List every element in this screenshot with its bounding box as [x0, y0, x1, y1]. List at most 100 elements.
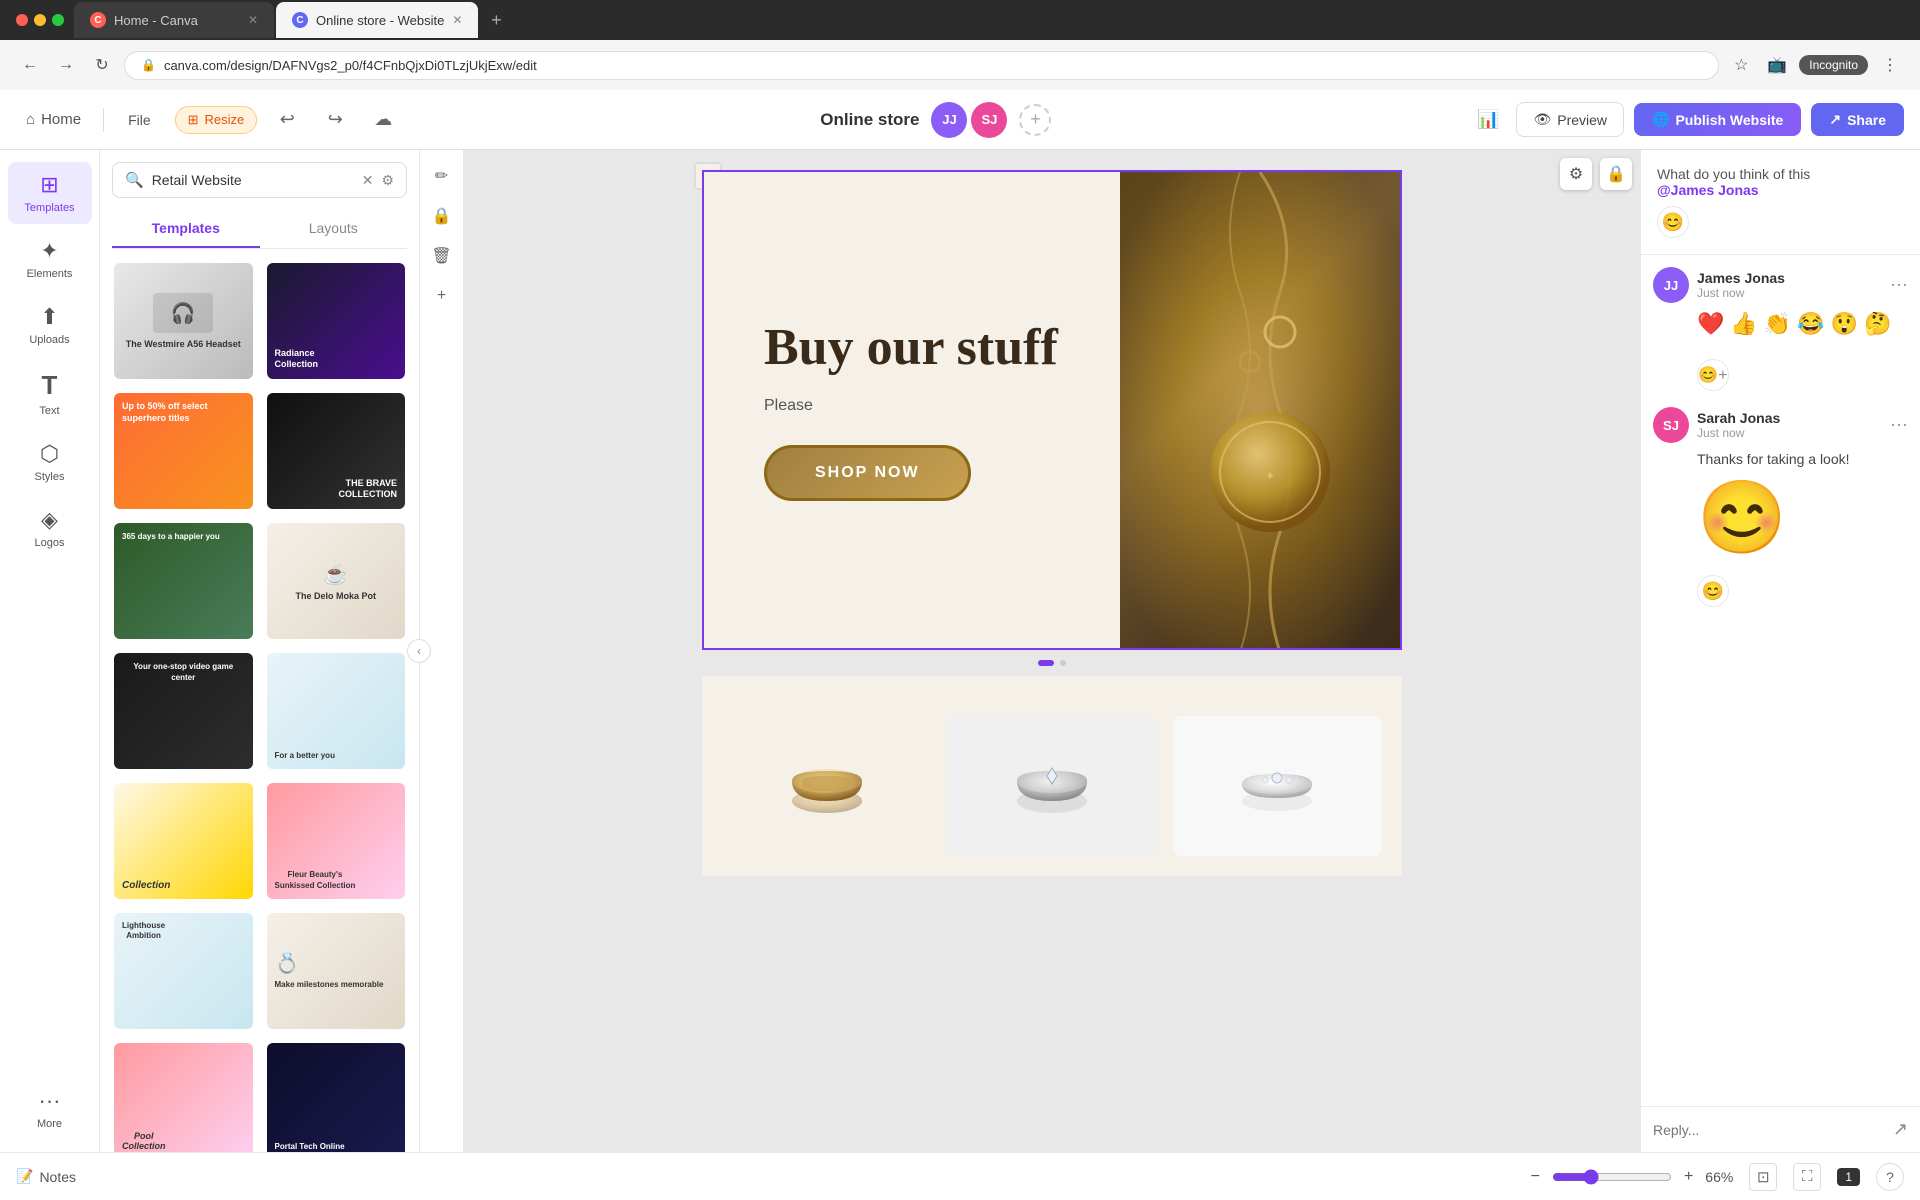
add-emoji-button-1[interactable]: 😊 [1657, 206, 1689, 238]
preview-label: Preview [1557, 112, 1607, 128]
template-card-4[interactable]: THE BRAVECOLLECTION [265, 391, 408, 511]
redo-button[interactable]: ↪ [317, 102, 353, 138]
ring-card-2[interactable] [947, 716, 1156, 856]
template-card-8[interactable]: For a better you [265, 651, 408, 771]
traffic-light-yellow[interactable] [34, 14, 46, 26]
tab-1-close[interactable]: ✕ [248, 13, 258, 27]
forward-button[interactable]: → [52, 51, 80, 79]
search-input[interactable] [152, 172, 354, 188]
new-tab-button[interactable]: + [480, 4, 512, 36]
browser-tab-1[interactable]: C Home - Canva ✕ [74, 2, 274, 38]
add-emoji-button-3[interactable]: 😊 [1697, 567, 1908, 607]
undo-button[interactable]: ↩ [269, 102, 305, 138]
template-card-2[interactable]: RadianceCollection [265, 261, 408, 381]
search-icon: 🔍 [125, 171, 144, 189]
styles-icon: ⬡ [40, 441, 59, 467]
template-card-3[interactable]: Up to 50% off select superhero titles [112, 391, 255, 511]
template-card-13[interactable]: PoolCollection [112, 1041, 255, 1152]
notes-button[interactable]: 📝 Notes [16, 1168, 76, 1185]
canvas-lock-icon[interactable]: 🔒 [1600, 158, 1632, 190]
traffic-light-red[interactable] [16, 14, 28, 26]
reaction-think[interactable]: 🤔 [1864, 311, 1891, 337]
comment-2-body: Thanks for taking a look! [1697, 451, 1908, 467]
fullscreen-button[interactable]: ⛶ [1793, 1163, 1821, 1191]
sidebar-item-text[interactable]: T Text [8, 360, 92, 427]
comment-2-more-button[interactable]: ⋯ [1890, 415, 1908, 436]
shop-now-button[interactable]: SHOP NOW [764, 445, 971, 501]
tab-2-close[interactable]: ✕ [452, 13, 462, 27]
uploads-icon: ⬆ [40, 304, 58, 330]
canvas-settings-icon[interactable]: ⚙ [1560, 158, 1592, 190]
template-card-14[interactable]: Portal Tech Online [265, 1041, 408, 1152]
zoom-slider[interactable] [1552, 1169, 1672, 1185]
back-button[interactable]: ← [16, 51, 44, 79]
elements-icon: ✦ [40, 238, 58, 264]
tab-templates[interactable]: Templates [112, 210, 260, 248]
canvas-add-button[interactable]: + [424, 278, 460, 314]
reaction-heart[interactable]: ❤️ [1697, 311, 1724, 337]
canvas-delete-button[interactable]: 🗑 [424, 238, 460, 274]
publish-website-button[interactable]: 🌐 Publish Website [1634, 103, 1801, 136]
preview-button[interactable]: 👁 Preview [1516, 102, 1624, 137]
comment-2-avatar: SJ [1653, 407, 1689, 443]
browser-cast-icon[interactable]: 📺 [1763, 51, 1791, 79]
sidebar-item-logos[interactable]: ◈ Logos [8, 497, 92, 559]
ring-card-1[interactable] [722, 716, 931, 856]
design-frame[interactable]: Buy our stuff Please SHOP NOW [702, 170, 1402, 650]
zoom-in-button[interactable]: + [1684, 1168, 1693, 1186]
zoom-out-button[interactable]: − [1531, 1168, 1540, 1186]
home-button[interactable]: ⌂ Home [16, 105, 91, 134]
share-button[interactable]: ↗ Share [1811, 103, 1904, 136]
reaction-thumbsup[interactable]: 👍 [1730, 311, 1757, 337]
clear-search-button[interactable]: ✕ [362, 172, 374, 189]
resize-button[interactable]: ⊞ Resize [175, 106, 258, 134]
sidebar-item-uploads[interactable]: ⬆ Uploads [8, 294, 92, 356]
publish-label: Publish Website [1675, 112, 1783, 128]
analytics-icon[interactable]: 📊 [1470, 102, 1506, 138]
browser-menu-icon[interactable]: ⋮ [1876, 51, 1904, 79]
browser-tab-2[interactable]: C Online store - Website ✕ [276, 2, 478, 38]
template-card-6[interactable]: ☕ The Delo Moka Pot [265, 521, 408, 641]
comment-1-more-button[interactable]: ⋯ [1890, 275, 1908, 296]
help-button[interactable]: ? [1876, 1163, 1904, 1191]
cloud-save-button[interactable]: ☁ [365, 102, 401, 138]
panel-tabs: Templates Layouts [112, 210, 407, 249]
template-card-12[interactable]: 💍 Make milestones memorable [265, 911, 408, 1031]
template-card-1[interactable]: 🎧 The Westmire A56 Headset [112, 261, 255, 381]
file-button[interactable]: File [116, 106, 163, 134]
search-box[interactable]: 🔍 ✕ ⚙ [112, 162, 407, 198]
comment-mention[interactable]: @James Jonas [1657, 182, 1759, 198]
app: ⌂ Home File ⊞ Resize ↩ ↪ ☁ Online store … [0, 90, 1920, 1200]
comment-1-reactions: ❤️ 👍 👏 😂 😲 🤔 [1697, 311, 1908, 337]
refresh-button[interactable]: ↻ [88, 51, 116, 79]
browser-bookmarks-icon[interactable]: ☆ [1727, 51, 1755, 79]
add-emoji-button-2[interactable]: 😊+ [1697, 351, 1908, 391]
address-bar[interactable]: 🔒 canva.com/design/DAFNVgs2_p0/f4CFnbQjx… [124, 51, 1719, 80]
sidebar-item-templates[interactable]: ⊞ Templates [8, 162, 92, 224]
reaction-clap[interactable]: 👏 [1764, 311, 1791, 337]
reaction-laugh[interactable]: 😂 [1797, 311, 1824, 337]
ring-card-3[interactable] [1173, 716, 1382, 856]
logos-label: Logos [35, 537, 65, 549]
browser-toolbar: ← → ↻ 🔒 canva.com/design/DAFNVgs2_p0/f4C… [0, 40, 1920, 90]
sidebar-item-elements[interactable]: ✦ Elements [8, 228, 92, 290]
canvas-edit-button[interactable]: ✏ [424, 158, 460, 194]
sidebar-item-more[interactable]: ··· More [8, 1078, 92, 1140]
filter-button[interactable]: ⚙ [381, 172, 394, 189]
fit-to-screen-button[interactable]: ⊡ [1749, 1163, 1777, 1191]
add-collaborator-button[interactable]: + [1019, 104, 1051, 136]
home-icon: ⌂ [26, 111, 35, 128]
send-comment-button[interactable]: ↗ [1893, 1119, 1908, 1140]
reaction-wow[interactable]: 😲 [1831, 311, 1858, 337]
template-card-10[interactable]: Fleur Beauty'sSunkissed Collection [265, 781, 408, 901]
traffic-light-green[interactable] [52, 14, 64, 26]
comment-reply-input[interactable] [1653, 1122, 1885, 1138]
canvas-lock-button[interactable]: 🔒 [424, 198, 460, 234]
template-card-7[interactable]: Your one-stop video game center [112, 651, 255, 771]
tab-layouts[interactable]: Layouts [260, 210, 408, 248]
template-card-9[interactable]: Collection [112, 781, 255, 901]
hide-panel-button[interactable]: ‹ [407, 639, 431, 663]
sidebar-item-styles[interactable]: ⬡ Styles [8, 431, 92, 493]
template-card-5[interactable]: 365 days to a happier you [112, 521, 255, 641]
template-card-11[interactable]: LighthouseAmbition [112, 911, 255, 1031]
